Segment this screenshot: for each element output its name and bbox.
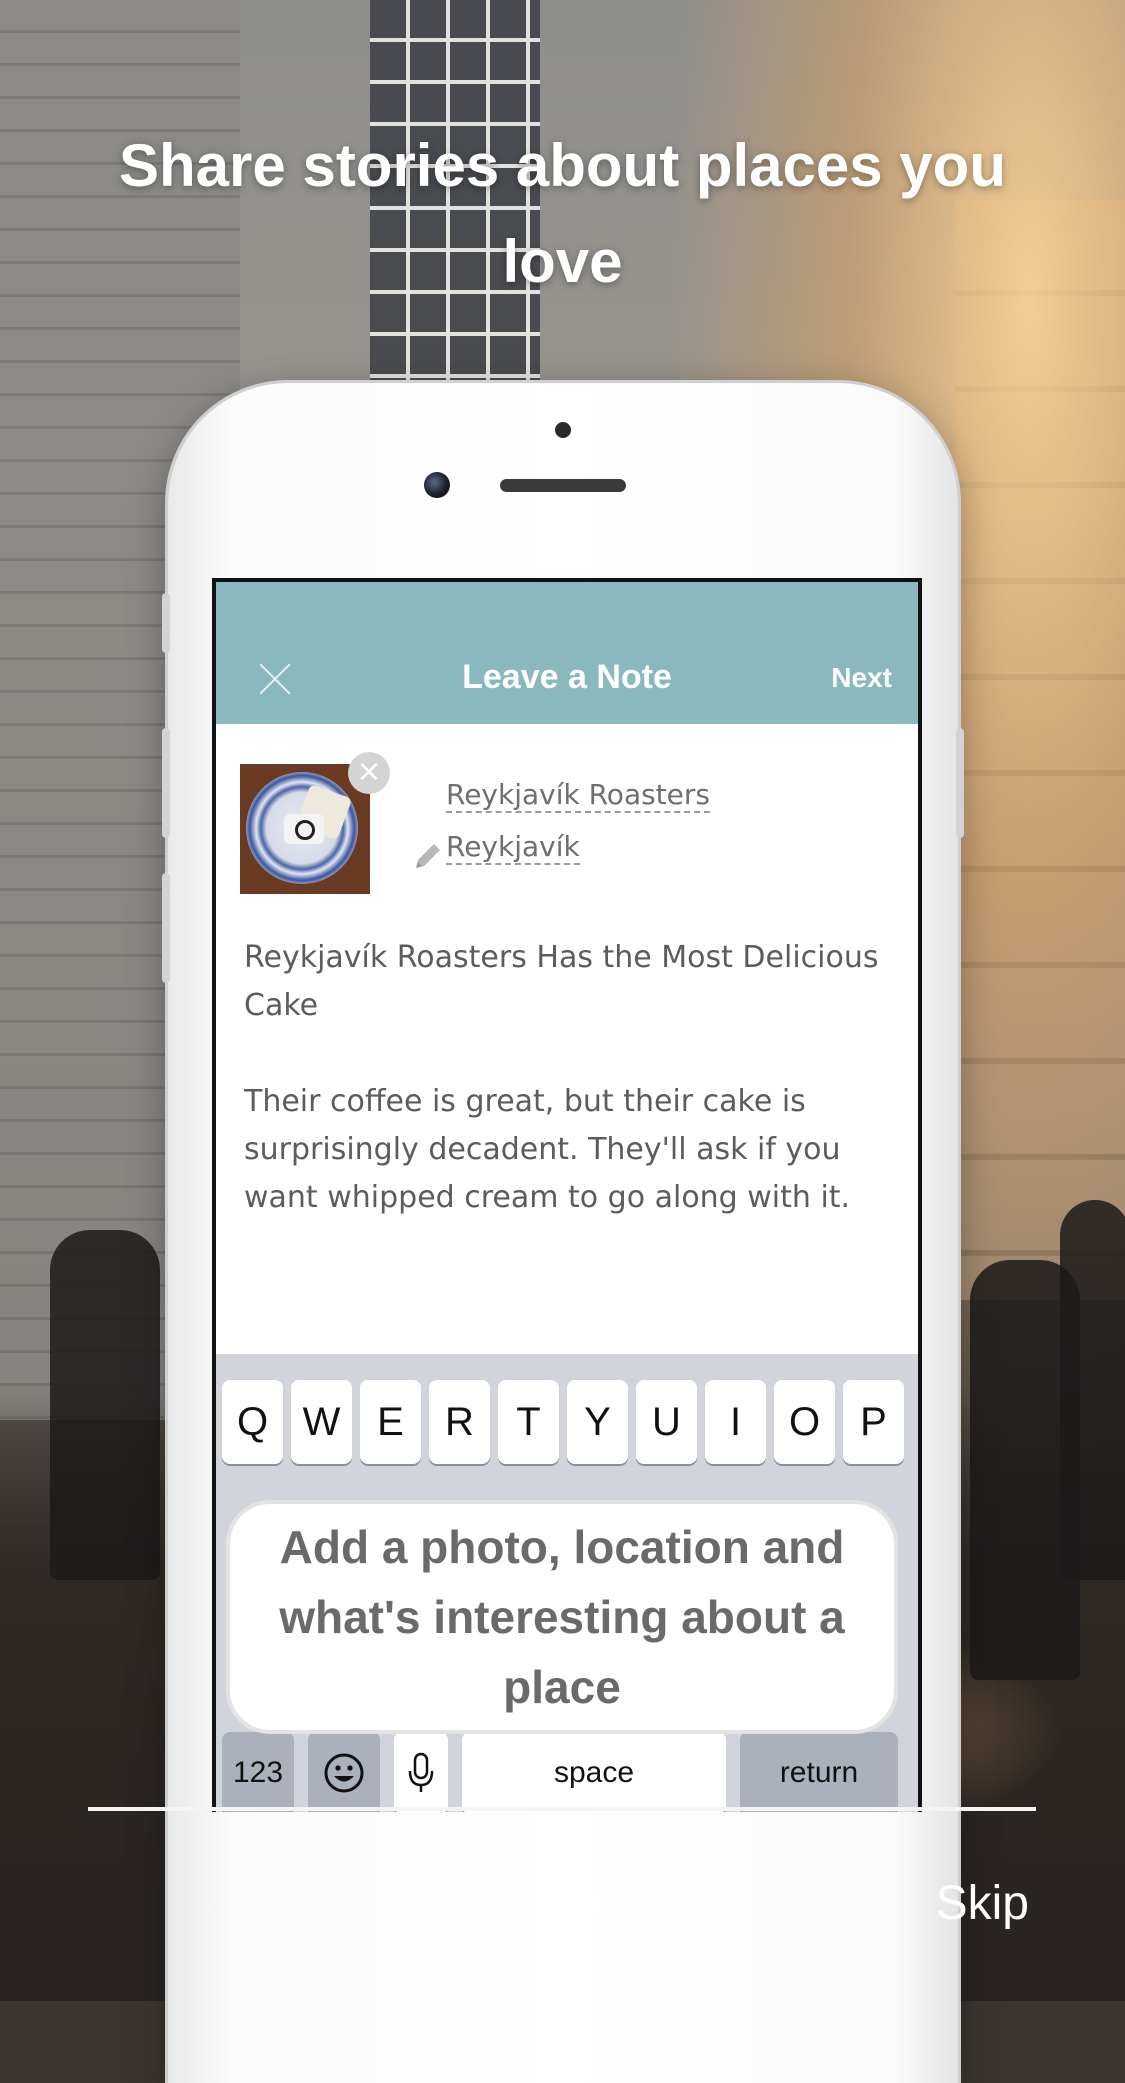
camera-icon	[284, 814, 324, 844]
page-dot[interactable]	[634, 1892, 658, 1916]
key-t[interactable]: T	[498, 1380, 559, 1464]
remove-photo-icon[interactable]: ×	[348, 752, 390, 794]
emoji-icon	[324, 1753, 364, 1793]
page-dot[interactable]	[466, 1892, 490, 1916]
page-dot[interactable]	[578, 1892, 602, 1916]
key-o[interactable]: O	[774, 1380, 835, 1464]
pencil-icon	[416, 844, 440, 868]
key-u[interactable]: U	[636, 1380, 697, 1464]
keyboard: Q W E R T Y U I O P 123 space return Add…	[216, 1354, 918, 1812]
key-q[interactable]: Q	[222, 1380, 283, 1464]
phone-side-button	[956, 728, 964, 838]
numbers-key[interactable]: 123	[222, 1732, 294, 1812]
microphone-key[interactable]	[394, 1732, 448, 1812]
key-y[interactable]: Y	[567, 1380, 628, 1464]
microphone-icon	[408, 1752, 434, 1792]
pedestrian	[1060, 1200, 1125, 1580]
page-indicator	[466, 1892, 658, 1916]
phone-side-button	[162, 728, 170, 838]
skip-button[interactable]: Skip	[936, 1876, 1029, 1931]
pedestrian	[50, 1230, 160, 1580]
city-field[interactable]: Reykjavík	[446, 830, 580, 865]
return-key[interactable]: return	[740, 1732, 898, 1812]
front-camera	[424, 472, 450, 498]
note-title[interactable]: Reykjavík Roasters Has the Most Deliciou…	[244, 934, 884, 1030]
phone-side-button	[162, 873, 170, 983]
key-r[interactable]: R	[429, 1380, 490, 1464]
tooltip-text: Add a photo, location and what's interes…	[279, 1521, 845, 1713]
divider-line	[88, 1807, 1036, 1811]
space-key[interactable]: space	[462, 1732, 726, 1812]
proximity-sensor	[555, 422, 571, 438]
place-name-field[interactable]: Reykjavík Roasters	[446, 778, 710, 813]
key-w[interactable]: W	[291, 1380, 352, 1464]
phone-side-button	[162, 593, 170, 653]
feature-tooltip: Add a photo, location and what's interes…	[230, 1504, 894, 1730]
page-dot[interactable]	[522, 1892, 546, 1916]
key-e[interactable]: E	[360, 1380, 421, 1464]
key-i[interactable]: I	[705, 1380, 766, 1464]
emoji-key[interactable]	[308, 1732, 380, 1812]
note-body[interactable]: Their coffee is great, but their cake is…	[244, 1078, 904, 1222]
next-button[interactable]: Next	[831, 662, 892, 694]
keyboard-top-row: Q W E R T Y U I O P	[222, 1380, 904, 1464]
nav-title: Leave a Note	[462, 658, 672, 696]
nav-bar: Leave a Note Next	[216, 582, 918, 724]
onboarding-headline: Share stories about places you love	[119, 132, 1006, 295]
key-p[interactable]: P	[843, 1380, 904, 1464]
earpiece-speaker	[500, 479, 626, 492]
phone-screen: Leave a Note Next × Reykjavík Roasters R…	[212, 578, 922, 1812]
